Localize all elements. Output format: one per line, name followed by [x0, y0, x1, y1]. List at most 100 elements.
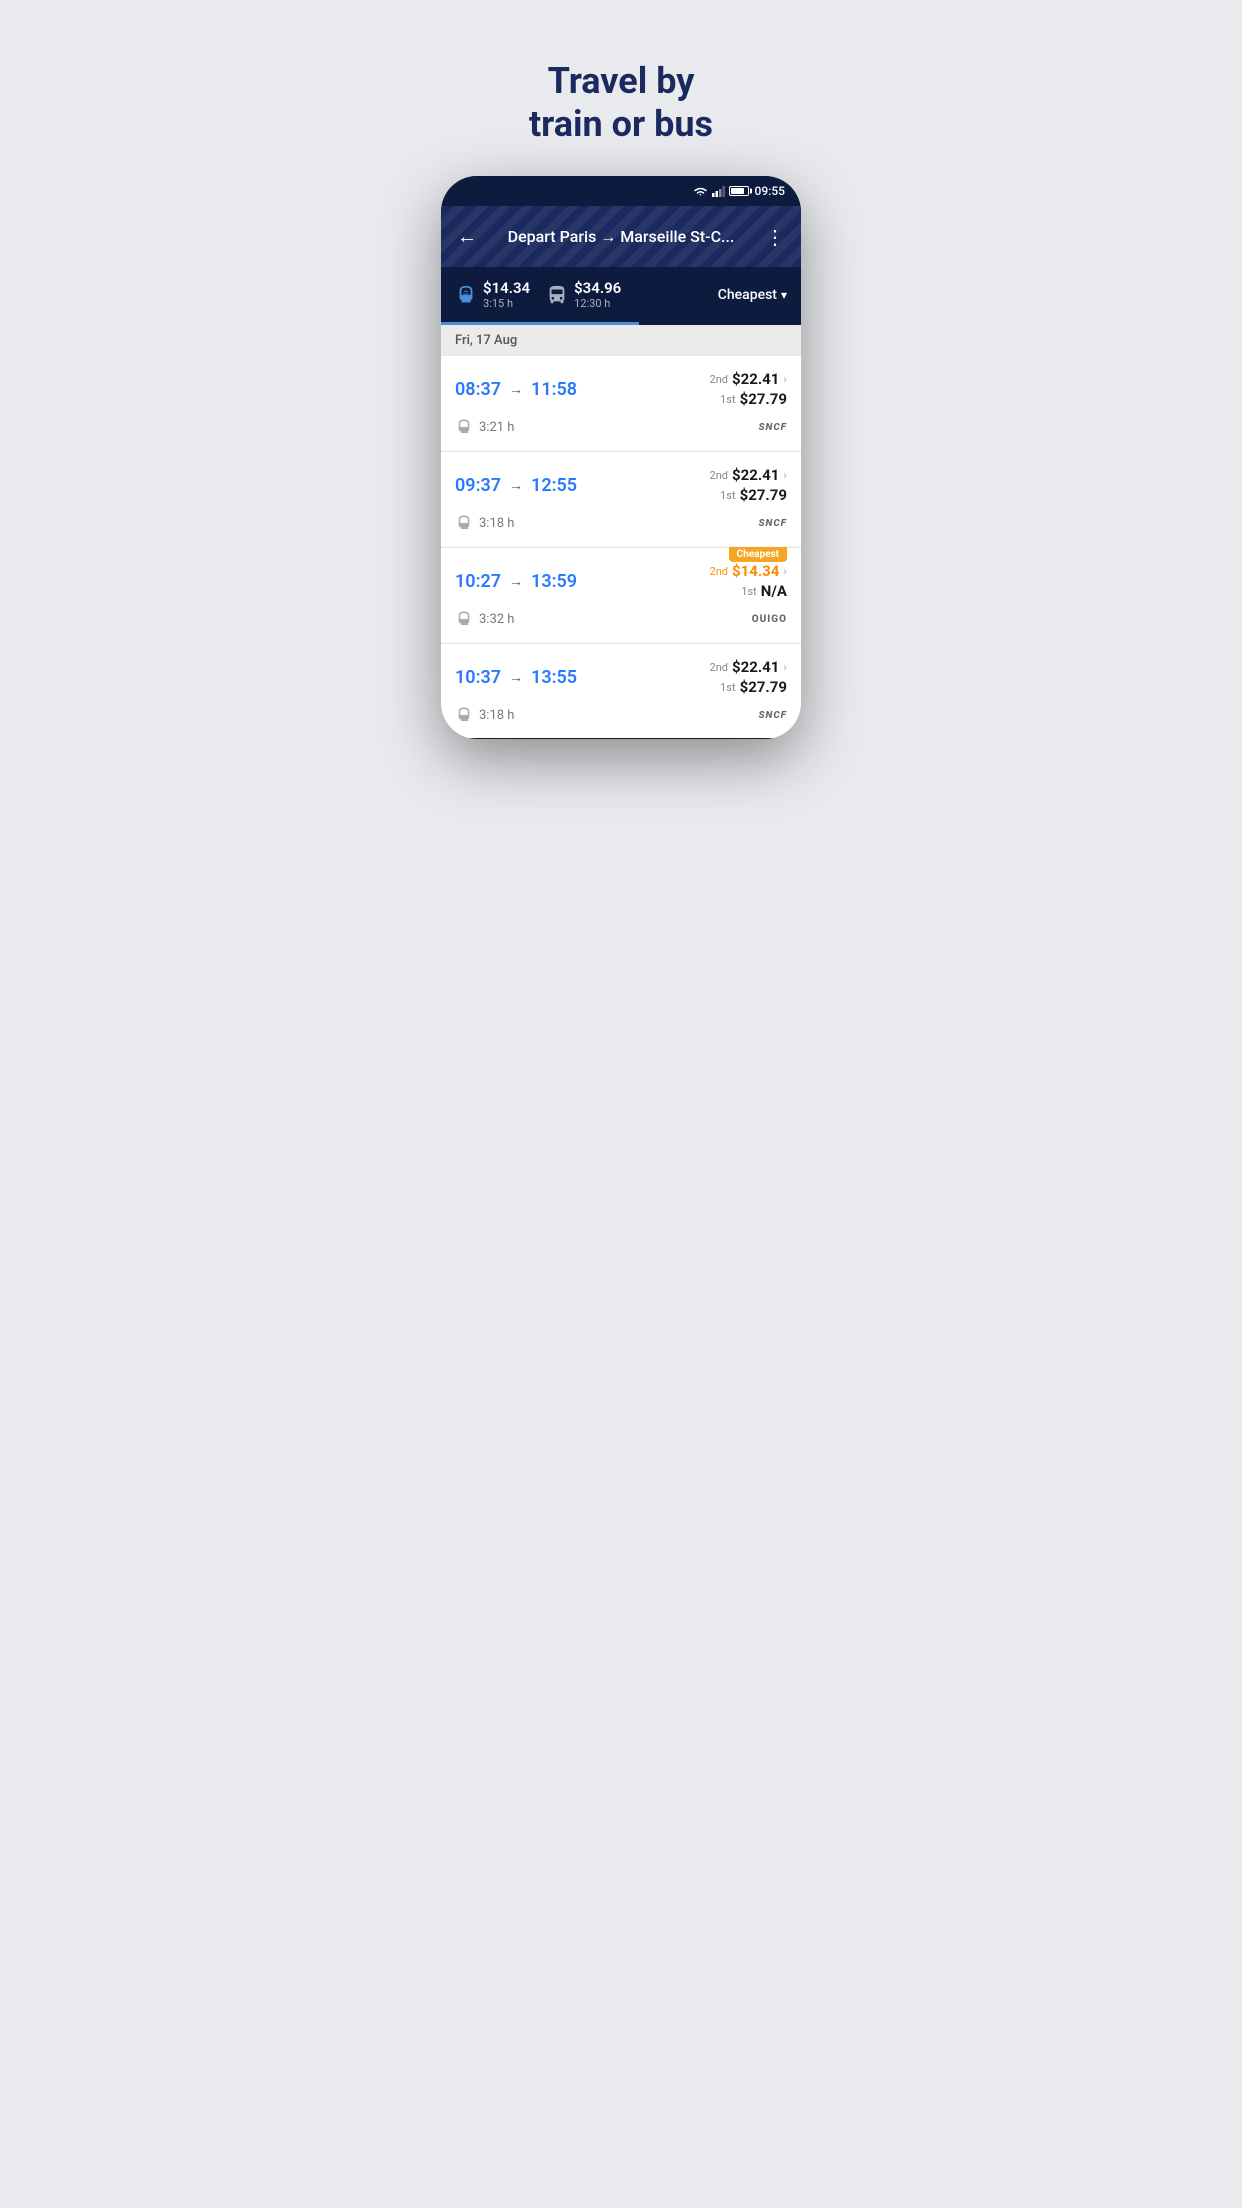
more-button[interactable]: ⋮: [761, 221, 789, 253]
class2-price: $22.41: [732, 370, 779, 388]
chevron-right-icon: ›: [783, 468, 787, 482]
status-icons: [693, 186, 749, 197]
train-duration: 3:15 h: [483, 297, 530, 310]
train-option[interactable]: $14.34 3:15 h: [455, 279, 530, 310]
price-section: 2nd $14.34 › 1st N/A: [710, 562, 787, 600]
sncf-logo: SNCF: [758, 422, 787, 433]
card-bottom: 3:18 h SNCF: [455, 706, 787, 724]
class1-price: $27.79: [740, 678, 787, 696]
class2-price-row: 2nd $22.41 ›: [710, 370, 787, 388]
arrow-icon: →: [509, 477, 523, 494]
class2-price: $22.41: [732, 658, 779, 676]
date-header: Fri, 17 Aug: [441, 325, 801, 356]
card-top: 08:37 → 11:58 2nd $22.41 › 1st $27.79: [455, 370, 787, 408]
bus-option[interactable]: $34.96 12:30 h: [546, 279, 621, 310]
filter-bar: $14.34 3:15 h $34.96 12:30 h C: [441, 267, 801, 322]
chevron-right-icon: ›: [783, 372, 787, 386]
content-area: Fri, 17 Aug 08:37 → 11:58 2nd $22.41 › 1…: [441, 325, 801, 738]
chevron-right-icon: ›: [783, 660, 787, 674]
arrow-icon: →: [509, 573, 523, 590]
class2-price: $22.41: [732, 466, 779, 484]
chevron-down-icon: ▾: [781, 288, 787, 302]
back-button[interactable]: ←: [453, 220, 481, 253]
class1-label: 1st: [720, 489, 735, 502]
duration-row: 3:32 h: [455, 610, 514, 628]
header-nav: ← Depart Paris → Marseille St-C... ⋮: [441, 206, 801, 267]
route-title: Depart Paris → Marseille St-C...: [489, 227, 753, 247]
class1-label: 1st: [720, 681, 735, 694]
arrow-icon: →: [509, 381, 523, 398]
sncf-logo: SNCF: [758, 518, 787, 529]
time-row: 10:37 → 13:55: [455, 667, 577, 688]
sort-button[interactable]: Cheapest ▾: [718, 287, 787, 303]
class1-price-row: 1st $27.79: [720, 390, 787, 408]
class1-price-row: 1st $27.79: [720, 486, 787, 504]
class2-price-row: 2nd $22.41 ›: [710, 466, 787, 484]
depart-time: 10:27: [455, 571, 501, 592]
duration-text: 3:18 h: [479, 708, 514, 723]
class1-price: $27.79: [740, 486, 787, 504]
signal-icon: [712, 186, 725, 197]
class2-price-row: 2nd $14.34 ›: [710, 562, 787, 580]
arrive-time: 13:55: [531, 667, 577, 688]
depart-time: 09:37: [455, 475, 501, 496]
duration-row: 3:21 h: [455, 418, 514, 436]
result-card[interactable]: 09:37 → 12:55 2nd $22.41 › 1st $27.79: [441, 452, 801, 546]
status-bar: 09:55: [441, 176, 801, 206]
class1-price: $27.79: [740, 390, 787, 408]
price-section: 2nd $22.41 › 1st $27.79: [710, 658, 787, 696]
result-card[interactable]: 10:37 → 13:55 2nd $22.41 › 1st $27.79: [441, 644, 801, 738]
card-bottom: 3:32 h OUIGO: [455, 610, 787, 628]
class2-label: 2nd: [710, 565, 728, 578]
arrow-icon: →: [509, 669, 523, 686]
class2-label: 2nd: [710, 661, 728, 674]
duration-row: 3:18 h: [455, 514, 514, 532]
depart-time: 08:37: [455, 379, 501, 400]
time-row: 08:37 → 11:58: [455, 379, 577, 400]
result-card[interactable]: 08:37 → 11:58 2nd $22.41 › 1st $27.79: [441, 356, 801, 450]
status-time: 09:55: [755, 184, 785, 198]
card-bottom: 3:18 h SNCF: [455, 514, 787, 532]
arrive-time: 12:55: [531, 475, 577, 496]
bus-duration: 12:30 h: [574, 297, 621, 310]
phone-frame: 09:55 ← Depart Paris → Marseille St-C...…: [441, 176, 801, 739]
page-wrapper: Travel by train or bus: [414, 20, 828, 739]
battery-icon: [729, 186, 749, 196]
cheapest-badge: Cheapest: [729, 547, 787, 562]
train-icon: [455, 284, 477, 306]
bus-price: $34.96: [574, 279, 621, 297]
duration-text: 3:21 h: [479, 420, 514, 435]
class2-price: $14.34: [732, 562, 779, 580]
class1-label: 1st: [741, 585, 756, 598]
class2-label: 2nd: [710, 469, 728, 482]
depart-time: 10:37: [455, 667, 501, 688]
result-card[interactable]: Cheapest 10:27 → 13:59 2nd $14.34 › 1st …: [441, 548, 801, 642]
bus-info: $34.96 12:30 h: [574, 279, 621, 310]
duration-text: 3:32 h: [479, 612, 514, 627]
class1-price-row: 1st $27.79: [720, 678, 787, 696]
card-top: 10:37 → 13:55 2nd $22.41 › 1st $27.79: [455, 658, 787, 696]
time-row: 09:37 → 12:55: [455, 475, 577, 496]
duration-row: 3:18 h: [455, 706, 514, 724]
train-small-icon: [455, 610, 473, 628]
card-top: 10:27 → 13:59 2nd $14.34 › 1st N/A: [455, 562, 787, 600]
time-row: 10:27 → 13:59: [455, 571, 577, 592]
class1-price: N/A: [761, 582, 787, 600]
arrive-time: 13:59: [531, 571, 577, 592]
hero-title: Travel by train or bus: [414, 20, 828, 176]
train-price: $14.34: [483, 279, 530, 297]
train-small-icon: [455, 418, 473, 436]
card-top: 09:37 → 12:55 2nd $22.41 › 1st $27.79: [455, 466, 787, 504]
class2-price-row: 2nd $22.41 ›: [710, 658, 787, 676]
duration-text: 3:18 h: [479, 516, 514, 531]
results-list: 08:37 → 11:58 2nd $22.41 › 1st $27.79: [441, 356, 801, 738]
class1-price-row: 1st N/A: [741, 582, 787, 600]
bus-icon: [546, 284, 568, 306]
price-section: 2nd $22.41 › 1st $27.79: [710, 370, 787, 408]
arrive-time: 11:58: [531, 379, 577, 400]
class1-label: 1st: [720, 393, 735, 406]
train-small-icon: [455, 514, 473, 532]
chevron-right-icon: ›: [783, 564, 787, 578]
price-section: 2nd $22.41 › 1st $27.79: [710, 466, 787, 504]
wifi-icon: [693, 186, 708, 197]
